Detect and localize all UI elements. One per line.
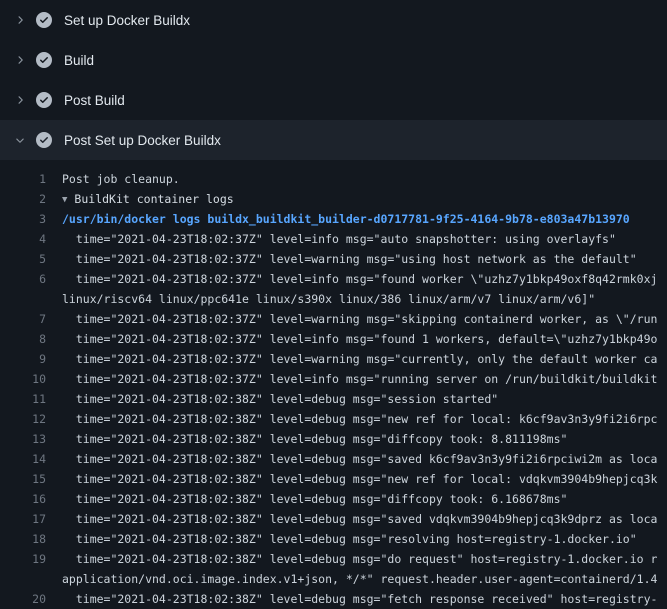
log-row: 8 time="2021-04-23T18:02:37Z" level=info…	[0, 329, 667, 349]
line-number[interactable]: 10	[0, 369, 46, 389]
line-number[interactable]: 18	[0, 529, 46, 549]
log-line-text: time="2021-04-23T18:02:38Z" level=debug …	[62, 449, 667, 469]
log-row: 17 time="2021-04-23T18:02:38Z" level=deb…	[0, 509, 667, 529]
log-line-text: time="2021-04-23T18:02:38Z" level=debug …	[62, 389, 667, 409]
log-row: 1 Post job cleanup.	[0, 169, 667, 189]
log-row: 5 time="2021-04-23T18:02:37Z" level=warn…	[0, 249, 667, 269]
log-line-text: time="2021-04-23T18:02:37Z" level=info m…	[62, 269, 667, 289]
steps-list: Set up Docker Buildx Build Post Build	[0, 0, 667, 160]
log-lines: 1 Post job cleanup. 2 ▼ BuildKit containe…	[0, 169, 667, 609]
line-number[interactable]: 16	[0, 489, 46, 509]
chevron-down-icon[interactable]	[12, 132, 28, 148]
log-row: 19 time="2021-04-23T18:02:38Z" level=deb…	[0, 549, 667, 569]
step-header[interactable]: Post Set up Docker Buildx	[0, 120, 667, 160]
chevron-right-icon[interactable]	[12, 12, 28, 28]
log-row: 18 time="2021-04-23T18:02:38Z" level=deb…	[0, 529, 667, 549]
log-line-text: time="2021-04-23T18:02:37Z" level=warnin…	[62, 249, 667, 269]
log-line-text: application/vnd.oci.image.index.v1+json,…	[62, 569, 667, 589]
log-line-text: time="2021-04-23T18:02:38Z" level=debug …	[62, 549, 667, 569]
log-line-text: time="2021-04-23T18:02:37Z" level=warnin…	[62, 309, 667, 329]
log-panel: 1 Post job cleanup. 2 ▼ BuildKit containe…	[0, 160, 667, 609]
log-line-text: linux/riscv64 linux/ppc641e linux/s390x …	[62, 289, 667, 309]
log-row: 6 time="2021-04-23T18:02:37Z" level=info…	[0, 269, 667, 289]
log-row: 4 time="2021-04-23T18:02:37Z" level=info…	[0, 229, 667, 249]
log-line-text: time="2021-04-23T18:02:38Z" level=debug …	[62, 589, 667, 609]
log-line-text: time="2021-04-23T18:02:38Z" level=debug …	[62, 429, 667, 449]
line-number[interactable]: 9	[0, 349, 46, 369]
log-row: 16 time="2021-04-23T18:02:38Z" level=deb…	[0, 489, 667, 509]
line-number[interactable]: 19	[0, 549, 46, 569]
log-line-text: time="2021-04-23T18:02:37Z" level=info m…	[62, 369, 667, 389]
log-line-text: time="2021-04-23T18:02:37Z" level=info m…	[62, 229, 667, 249]
workflow-log-viewer: Set up Docker Buildx Build Post Build	[0, 0, 667, 609]
line-number[interactable]: 7	[0, 309, 46, 329]
log-line-text: time="2021-04-23T18:02:37Z" level=info m…	[62, 329, 667, 349]
check-circle-icon	[36, 132, 52, 148]
line-number[interactable]: 8	[0, 329, 46, 349]
step-header[interactable]: Build	[0, 40, 667, 80]
log-row: application/vnd.oci.image.index.v1+json,…	[0, 569, 667, 589]
line-number[interactable]: 20	[0, 589, 46, 609]
check-circle-icon	[36, 52, 52, 68]
line-number[interactable]: 4	[0, 229, 46, 249]
log-line-text: time="2021-04-23T18:02:38Z" level=debug …	[62, 489, 667, 509]
log-line-text: time="2021-04-23T18:02:38Z" level=debug …	[62, 509, 667, 529]
line-number[interactable]: 1	[0, 169, 46, 189]
log-row: 11 time="2021-04-23T18:02:38Z" level=deb…	[0, 389, 667, 409]
log-row: 14 time="2021-04-23T18:02:38Z" level=deb…	[0, 449, 667, 469]
line-number[interactable]: 13	[0, 429, 46, 449]
chevron-right-icon[interactable]	[12, 92, 28, 108]
line-number[interactable]: 12	[0, 409, 46, 429]
log-line-text: time="2021-04-23T18:02:38Z" level=debug …	[62, 529, 667, 549]
check-circle-icon	[36, 92, 52, 108]
step-label: Build	[64, 53, 94, 68]
log-line-text: time="2021-04-23T18:02:38Z" level=debug …	[62, 469, 667, 489]
log-row: linux/riscv64 linux/ppc641e linux/s390x …	[0, 289, 667, 309]
check-circle-icon	[36, 12, 52, 28]
log-line-text: /usr/bin/docker logs buildx_buildkit_bui…	[62, 209, 667, 229]
line-number[interactable]: 17	[0, 509, 46, 529]
log-line-text: time="2021-04-23T18:02:37Z" level=warnin…	[62, 349, 667, 369]
line-number	[0, 569, 46, 589]
line-number[interactable]: 6	[0, 269, 46, 289]
group-toggle-icon[interactable]: ▼	[62, 190, 67, 209]
log-row: 15 time="2021-04-23T18:02:38Z" level=deb…	[0, 469, 667, 489]
log-line-text: time="2021-04-23T18:02:38Z" level=debug …	[62, 409, 667, 429]
log-row: 20 time="2021-04-23T18:02:38Z" level=deb…	[0, 589, 667, 609]
line-number[interactable]: 11	[0, 389, 46, 409]
line-number[interactable]: 3	[0, 209, 46, 229]
log-row: 13 time="2021-04-23T18:02:38Z" level=deb…	[0, 429, 667, 449]
step-label: Post Set up Docker Buildx	[64, 133, 221, 148]
log-row: 10 time="2021-04-23T18:02:37Z" level=inf…	[0, 369, 667, 389]
log-row: 9 time="2021-04-23T18:02:37Z" level=warn…	[0, 349, 667, 369]
step-label: Post Build	[64, 93, 125, 108]
group-title: BuildKit container logs	[74, 192, 233, 206]
line-number[interactable]: 2	[0, 189, 46, 209]
log-row: 7 time="2021-04-23T18:02:37Z" level=warn…	[0, 309, 667, 329]
log-row: 12 time="2021-04-23T18:02:38Z" level=deb…	[0, 409, 667, 429]
log-line-text: Post job cleanup.	[62, 169, 667, 189]
step-header[interactable]: Post Build	[0, 80, 667, 120]
line-number[interactable]: 14	[0, 449, 46, 469]
line-number[interactable]: 15	[0, 469, 46, 489]
log-line-text: ▼ BuildKit container logs	[62, 189, 667, 209]
log-group-header[interactable]: 2 ▼ BuildKit container logs	[0, 189, 667, 209]
log-command-row: 3 /usr/bin/docker logs buildx_buildkit_b…	[0, 209, 667, 229]
chevron-right-icon[interactable]	[12, 52, 28, 68]
step-label: Set up Docker Buildx	[64, 13, 190, 28]
step-header[interactable]: Set up Docker Buildx	[0, 0, 667, 40]
line-number[interactable]: 5	[0, 249, 46, 269]
line-number	[0, 289, 46, 309]
